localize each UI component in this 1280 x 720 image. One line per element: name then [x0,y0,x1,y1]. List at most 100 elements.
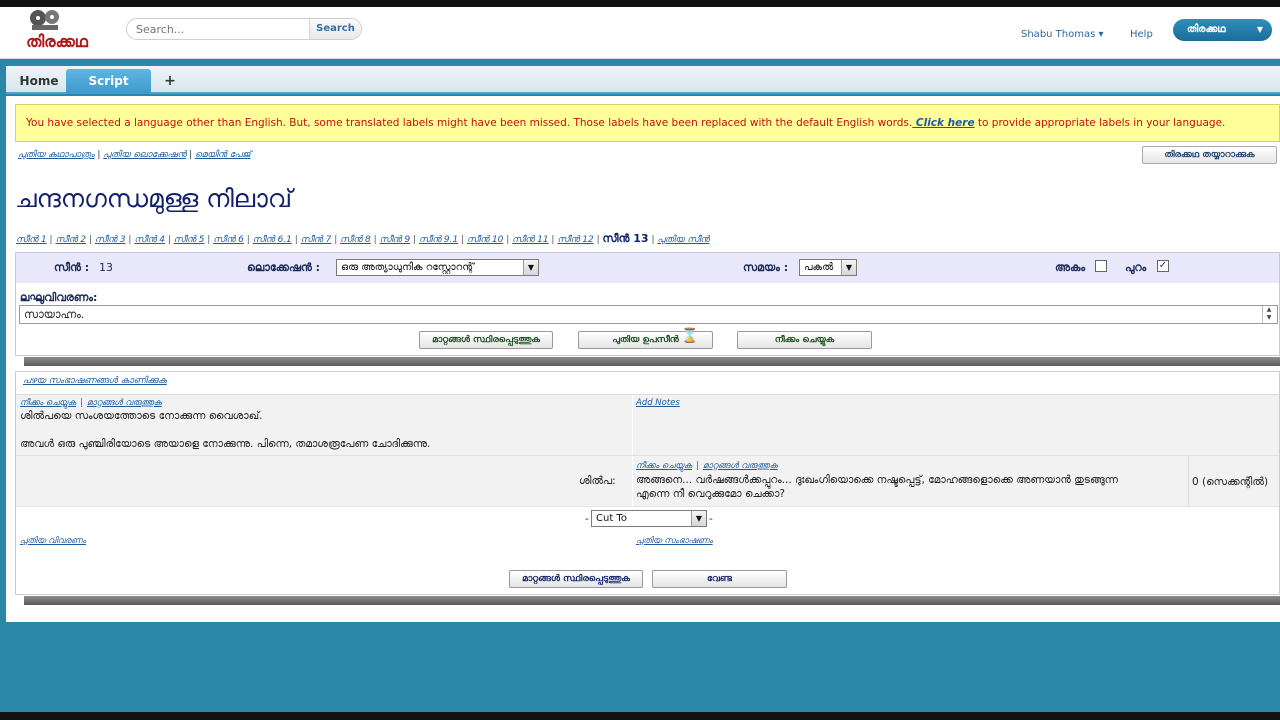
logo[interactable]: തിരക്കഥ [8,8,106,54]
new-character-link[interactable]: പുതിയ കഥാപാത്രം [18,150,95,160]
panel-shadow [24,357,1280,366]
new-description-link[interactable]: പുതിയ വിവരണം [20,536,86,546]
user-menu[interactable]: Shabu Thomas ▾ [1021,29,1104,40]
description-field[interactable]: സായാഹ്നം. ▲ ▼ [19,305,1278,324]
scene-link[interactable]: സീന്‍ 1 [16,235,47,245]
scene-link[interactable]: സീന്‍ 9 [380,235,411,245]
transition-value: Cut To [596,513,627,524]
tab-script-writer[interactable]: Script Writer [66,69,151,113]
delete-link[interactable]: നീക്കം ചെയ്യുക [636,461,692,471]
scene-link[interactable]: സീന്‍ 10 [467,235,503,245]
scene-number: 13 [99,261,113,274]
scene-link[interactable]: സീന്‍ 12 [557,235,593,245]
scene-label: സീന്‍ : [54,261,90,274]
character-name: ശില്‍പ: [579,475,616,487]
spinner-icon[interactable]: ▲ ▼ [1262,306,1275,323]
scene-link[interactable]: സീന്‍ 7 [301,235,332,245]
dialogue-line: അങ്ങനെ... വര്‍ഷങ്ങള്‍ക്കപ്പുറം... ദുഃഖംഗ… [636,474,1118,486]
dropdown-arrow-icon: ▼ [523,260,538,275]
description-actions: നീക്കം ചെയ്യുക | മാറ്റങ്ങള്‍ വരുത്തുക [20,398,162,408]
search-input[interactable] [127,19,311,39]
search-button[interactable]: Search [309,19,361,39]
dialogue-text: അങ്ങനെ... വര്‍ഷങ്ങള്‍ക്കപ്പുറം... ദുഃഖംഗ… [636,473,1186,501]
mouse-cursor-icon: ⌛ [681,328,699,344]
scene-link[interactable]: സീന്‍ 9.1 [419,235,458,245]
dialogue-actions: നീക്കം ചെയ്യുക | മാറ്റങ്ങള്‍ വരുത്തുക [636,461,778,471]
transition-select[interactable]: Cut To ▼ [591,510,707,527]
header: തിരക്കഥ Search Shabu Thomas ▾ Help തിരക്… [0,7,1280,59]
interior-label: അകം [1055,261,1086,274]
help-link[interactable]: Help [1130,29,1153,40]
location-select[interactable]: ഒരു അത്യാധുനിക റസ്റ്റോറന്റ് ▼ [336,259,539,276]
language-label: തിരക്കഥ [1187,24,1226,35]
edit-link[interactable]: മാറ്റങ്ങള്‍ വരുത്തുക [87,398,162,408]
notice-text: You have selected a language other than … [26,117,913,129]
bottom-edge [0,712,1280,720]
prepare-script-button[interactable]: തിരക്കഥ തയ്യാറാക്കുക [1142,146,1277,164]
main-page-link[interactable]: മെയിന്‍ പേജ് [195,150,251,160]
film-reel-icon [30,10,59,30]
scene-header-row: സീന്‍ : 13 ലൊക്കേഷന്‍ : ഒരു അത്യാധുനിക റ… [16,253,1279,283]
edit-link[interactable]: മാറ്റങ്ങള്‍ വരുത്തുക [703,461,778,471]
location-value: ഒരു അത്യാധുനിക റസ്റ്റോറന്റ് [341,262,474,273]
page-title: ചന്ദനഗന്ധമുള്ള നിലാവ് [15,184,293,213]
main-content: You have selected a language other than … [6,96,1280,622]
panel-shadow [24,596,1280,605]
scene-link[interactable]: സീന്‍ 8 [340,235,371,245]
save-notes-button[interactable]: മാറ്റങ്ങള്‍ സ്ഥിരപ്പെടുത്തുക [509,570,643,588]
scene-link[interactable]: സീന്‍ 4 [134,235,165,245]
current-scene: സീന്‍ 13 [602,232,649,245]
new-dialogue-link[interactable]: പുതിയ സംഭാഷണം [636,536,713,546]
time-value: പകല്‍ [804,262,834,273]
new-location-link[interactable]: പുതിയ ലൊക്കേഷന്‍ [103,150,186,160]
notice-click-here-link[interactable]: Click here [912,117,975,129]
dialogue-line: എന്നെ നീ വെറുക്കുമോ ചെക്കാ? [636,488,785,500]
dash: - [585,513,589,525]
exterior-label: പുറം [1125,261,1147,274]
language-button[interactable]: തിരക്കഥ ▼ [1173,19,1272,41]
delete-scene-button[interactable]: നീക്കം ചെയ്യുക [737,331,872,349]
scene-link[interactable]: സീന്‍ 2 [55,235,86,245]
scene-link[interactable]: സീന്‍ 6.1 [253,235,292,245]
exterior-checkbox[interactable]: ✓ [1157,260,1169,272]
top-links: പുതിയ കഥാപാത്രം | പുതിയ ലൊക്കേഷന്‍ | മെയ… [18,150,251,160]
language-notice: You have selected a language other than … [15,104,1280,142]
transition-row: - Cut To ▼ - [16,506,1279,530]
top-edge [0,0,1280,7]
user-name: Shabu Thomas [1021,29,1096,40]
dash: - [709,513,713,525]
scene-panel: സീന്‍ : 13 ലൊക്കേഷന്‍ : ഒരു അത്യാധുനിക റ… [15,252,1280,356]
logo-text: തിരക്കഥ [26,32,88,51]
time-select[interactable]: പകല്‍ ▼ [799,259,857,276]
scene-link[interactable]: സീന്‍ 11 [512,235,548,245]
dropdown-arrow-icon: ▼ [691,511,706,526]
add-tab-button[interactable]: + [158,69,182,94]
description-label: ലഘുവിവരണം: [20,291,98,304]
location-label: ലൊക്കേഷന്‍ : [247,261,321,274]
new-scene-link[interactable]: പുതിയ സീന്‍ [657,235,709,245]
description-value: സായാഹ്നം. [24,308,85,321]
add-notes-link[interactable]: Add Notes [636,398,680,408]
scene-link[interactable]: സീന്‍ 6 [213,235,244,245]
cancel-button[interactable]: വേണ്ട [652,570,787,588]
delete-link[interactable]: നീക്കം ചെയ്യുക [20,398,76,408]
description-line: അവള്‍ ഒരു പുഞ്ചിരിയോടെ അയാളെ നോക്കുന്നു.… [20,438,431,450]
search-box: Search [126,18,362,40]
dropdown-arrow-icon: ▼ [841,260,856,275]
tab-home[interactable]: Home [12,69,66,94]
duration-seconds: 0 (സെക്കന്റില്‍) [1192,476,1269,488]
caret-down-icon: ▼ [1256,25,1263,34]
scene-content-row: നീക്കം ചെയ്യുക | മാറ്റങ്ങള്‍ വരുത്തുക ശില്… [16,394,1279,507]
chevron-down-icon: ▾ [1098,29,1104,40]
time-label: സമയം : [743,261,789,274]
scene-links: സീന്‍ 1 | സീന്‍ 2 | സീന്‍ 3 | സീന്‍ 4 | … [16,232,710,245]
scene-link[interactable]: സീന്‍ 3 [95,235,126,245]
save-changes-button[interactable]: മാറ്റങ്ങള്‍ സ്ഥിരപ്പെടുത്തുക [419,331,553,349]
interior-checkbox[interactable] [1095,260,1107,272]
description-line: ശില്‍പയെ സംശയത്തോടെ നോക്കുന്ന വൈശാഖ്. [20,410,263,422]
notes-panel: പഴയ സംഭാഷണങ്ങള്‍ കാണിക്കുക നീക്കം ചെയ്യു… [15,371,1280,595]
tab-bar: Home Script Writer + [6,66,1280,113]
show-old-dialogues-link[interactable]: പഴയ സംഭാഷണങ്ങള്‍ കാണിക്കുക [23,376,167,386]
scene-link[interactable]: സീന്‍ 5 [174,235,205,245]
notice-tail: to provide appropriate labels in your la… [974,117,1226,129]
